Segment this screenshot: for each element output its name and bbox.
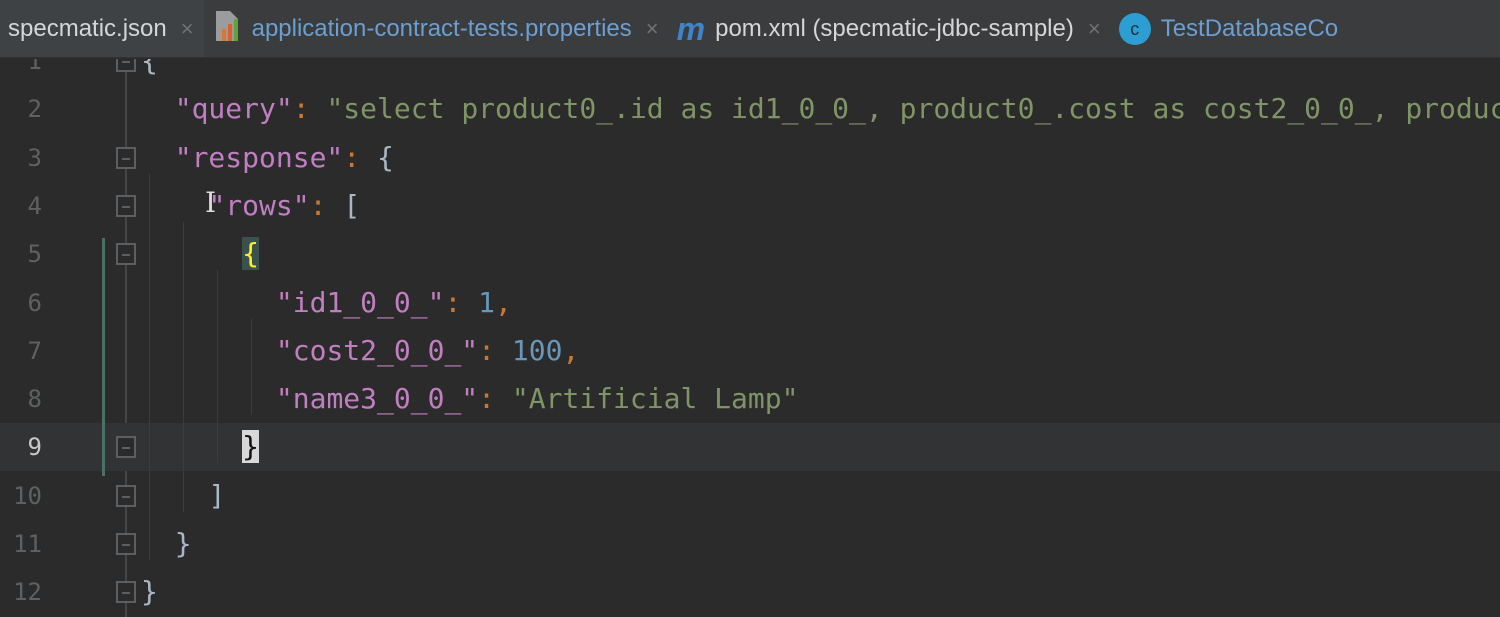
code-line: 3 "response": {	[0, 134, 1500, 182]
close-tab-icon[interactable]: ×	[181, 16, 194, 42]
fold-collapse-icon[interactable]	[116, 146, 136, 169]
close-tab-icon[interactable]: ×	[1088, 16, 1101, 42]
token-num: 1	[478, 285, 496, 319]
code-line: 2 "query": "select product0_.id as id1_0_…	[0, 85, 1500, 133]
token-match2: }	[242, 430, 260, 464]
token-br: {	[377, 140, 394, 174]
line-number: 4	[27, 191, 42, 220]
code-text: }	[242, 423, 260, 471]
code-line: 9}	[0, 423, 1500, 472]
tab-application-contract-tests[interactable]: application-contract-tests.properties ×	[204, 0, 669, 57]
class-icon: c	[1118, 13, 1151, 45]
token-br: ]	[208, 478, 226, 512]
code-text: ]	[208, 472, 225, 520]
tab-specmatic[interactable]: specmatic.json ×	[0, 0, 204, 57]
code-text: "name3_0_0_": "Artificial Lamp"	[276, 375, 799, 423]
line-number: 3	[27, 143, 42, 172]
token-key: "rows"	[208, 188, 310, 222]
tab-label: specmatic.json	[8, 15, 167, 42]
code-line: 7 "cost2_0_0_": 100,	[0, 327, 1500, 375]
token-punc: :	[444, 285, 479, 319]
code-editor[interactable]: 1{2 "query": "select product0_.id as id1_…	[0, 59, 1500, 617]
tab-label: application-contract-tests.properties	[251, 15, 632, 42]
token-key: "response"	[174, 140, 344, 174]
code-text: }	[175, 520, 192, 568]
line-number: 10	[13, 481, 42, 510]
tab-pom[interactable]: m pom.xml (specmatic-jdbc-sample) ×	[669, 0, 1111, 57]
code-text: {	[141, 59, 158, 85]
token-br: [	[343, 188, 361, 222]
token-punc: :	[292, 92, 327, 126]
editor-tab-bar: specmatic.json × application-contract-test…	[0, 0, 1500, 58]
code-line: 8 "name3_0_0_": "Artificial Lamp"	[0, 375, 1500, 423]
code-text: }	[141, 568, 158, 616]
line-number: 11	[13, 530, 42, 558]
code-line: 4 "rows": [	[0, 182, 1500, 230]
code-text: "rows": [	[208, 182, 360, 230]
token-punc: ,	[562, 333, 580, 367]
code-text: "response": {	[175, 134, 394, 182]
fold-end-icon[interactable]	[116, 436, 136, 459]
fold-collapse-icon[interactable]	[116, 59, 136, 72]
code-line: 10]	[0, 472, 1500, 520]
token-num: 100	[511, 333, 563, 367]
line-number: 8	[27, 385, 42, 414]
code-line: 1{	[0, 59, 1500, 85]
token-punc: :	[478, 333, 512, 367]
token-match: {	[242, 237, 260, 271]
line-number: 2	[27, 95, 42, 124]
code-text: {	[242, 230, 260, 278]
line-number: 5	[27, 240, 42, 269]
code-line: 5{	[0, 230, 1500, 278]
indent-guide	[250, 318, 252, 416]
token-key: "name3_0_0_"	[275, 382, 479, 416]
code-line: 12}	[0, 568, 1500, 616]
line-number: 6	[27, 288, 42, 317]
text-cursor-icon: I	[205, 185, 217, 219]
code-text: "id1_0_0_": 1,	[276, 279, 512, 327]
code-line: 6 "id1_0_0_": 1,	[0, 279, 1500, 327]
token-punc: :	[309, 188, 344, 222]
indent-guide	[183, 221, 185, 512]
code-text: "cost2_0_0_": 100,	[276, 327, 579, 375]
indent-guide	[149, 173, 151, 560]
indent-guide	[216, 270, 218, 464]
code-line: 11}	[0, 520, 1500, 568]
fold-collapse-icon[interactable]	[116, 194, 136, 217]
line-number: 1	[27, 59, 42, 75]
tab-label: pom.xml (specmatic-jdbc-sample)	[715, 15, 1074, 42]
code-text: "query": "select product0_.id as id1_0_0…	[175, 85, 1500, 133]
change-marker	[102, 238, 105, 476]
token-br: }	[141, 575, 158, 609]
token-str: "Artificial Lamp"	[511, 382, 799, 416]
token-punc: :	[343, 140, 378, 174]
token-punc: ,	[495, 285, 512, 319]
token-str: "select product0_.id as id1_0_0_, produc…	[326, 92, 1500, 126]
token-key: "cost2_0_0_"	[275, 333, 479, 367]
token-br: {	[141, 59, 158, 77]
fold-end-icon[interactable]	[116, 581, 136, 604]
token-br: }	[174, 527, 192, 560]
token-key: "id1_0_0_"	[275, 285, 445, 319]
properties-file-icon	[212, 9, 242, 50]
close-tab-icon[interactable]: ×	[646, 16, 659, 42]
token-punc: :	[478, 382, 512, 416]
tab-testdatabaseco[interactable]: c TestDatabaseCo	[1111, 0, 1348, 57]
maven-icon: m	[676, 10, 706, 47]
token-key: "query"	[174, 92, 293, 126]
fold-end-icon[interactable]	[116, 484, 136, 507]
fold-collapse-icon[interactable]	[116, 243, 136, 266]
line-number: 12	[13, 578, 42, 607]
line-number: 9	[27, 433, 42, 462]
line-number: 7	[27, 336, 42, 365]
tab-label: TestDatabaseCo	[1160, 15, 1339, 42]
fold-end-icon[interactable]	[116, 533, 136, 555]
